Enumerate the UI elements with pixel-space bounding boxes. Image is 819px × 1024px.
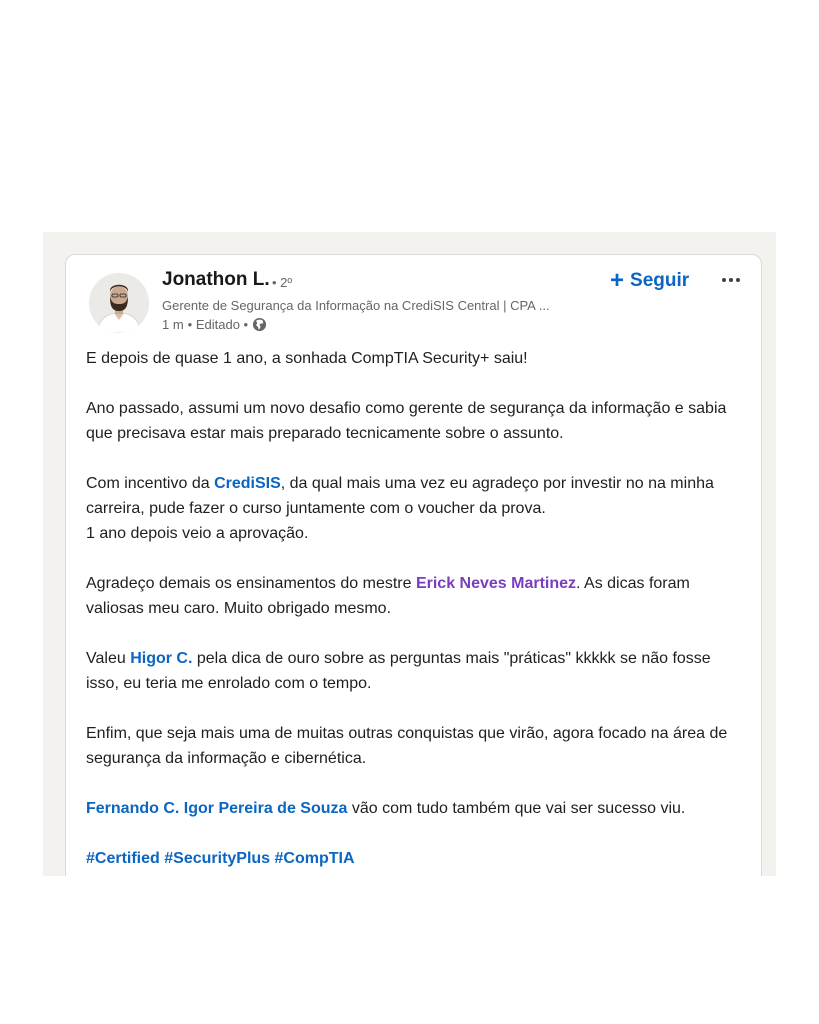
post-text: E depois de quase 1 ano, a sonhada CompT… bbox=[86, 346, 746, 876]
mention-igor-pereira-de-souza[interactable]: Igor Pereira de Souza bbox=[184, 800, 348, 817]
avatar[interactable] bbox=[89, 273, 149, 333]
paragraph-2: Ano passado, assumi um novo desafio como… bbox=[86, 400, 727, 442]
mention-higor-c[interactable]: Higor C. bbox=[130, 650, 192, 667]
avatar-photo bbox=[89, 273, 149, 333]
mention-fernando-c[interactable]: Fernando C. bbox=[86, 800, 179, 817]
post-card: Jonathon L. • 2º Gerente de Segurança da… bbox=[65, 254, 762, 876]
hashtags: #Certified #SecurityPlus #CompTIA bbox=[86, 846, 746, 871]
edited-label: • Editado • bbox=[187, 317, 249, 332]
hashtag-securityplus[interactable]: #SecurityPlus bbox=[164, 850, 270, 867]
connection-degree: • 2º bbox=[272, 275, 293, 290]
text-segment: 1 ano depois veio a aprovação. bbox=[86, 525, 309, 542]
text-segment: vão com tudo também que vai ser sucesso … bbox=[347, 800, 686, 817]
paragraph-4: Agradeço demais os ensinamentos do mestr… bbox=[86, 571, 746, 621]
hashtag-certified[interactable]: #Certified bbox=[86, 850, 160, 867]
text-segment: Valeu bbox=[86, 650, 131, 667]
follow-label: Seguir bbox=[630, 270, 690, 291]
mention-credisis[interactable]: CrediSIS bbox=[214, 475, 281, 492]
author-headline[interactable]: Gerente de Segurança da Informação na Cr… bbox=[162, 298, 550, 313]
paragraph-3: Com incentivo da CrediSIS, da qual mais … bbox=[86, 471, 746, 546]
text-segment: Agradeço demais os ensinamentos do mestr… bbox=[86, 575, 416, 592]
text-segment: Com incentivo da bbox=[86, 475, 215, 492]
more-options-icon[interactable] bbox=[718, 267, 744, 293]
follow-button[interactable]: + Seguir bbox=[610, 267, 689, 295]
plus-icon: + bbox=[610, 267, 625, 294]
paragraph-1: E depois de quase 1 ano, a sonhada CompT… bbox=[86, 350, 528, 367]
paragraph-6: Enfim, que seja mais uma de muitas outra… bbox=[86, 725, 728, 767]
post-meta: 1 m • Editado • bbox=[162, 317, 267, 332]
hashtag-comptia[interactable]: #CompTIA bbox=[275, 850, 355, 867]
feed-background: Jonathon L. • 2º Gerente de Segurança da… bbox=[43, 232, 776, 876]
post-time: 1 m bbox=[162, 317, 184, 332]
author-name[interactable]: Jonathon L. bbox=[162, 269, 270, 291]
globe-icon bbox=[253, 317, 267, 332]
paragraph-7: Fernando C. Igor Pereira de Souza vão co… bbox=[86, 796, 746, 821]
mention-erick-neves-martinez[interactable]: Erick Neves Martinez bbox=[416, 575, 576, 592]
paragraph-5: Valeu Higor C. pela dica de ouro sobre a… bbox=[86, 646, 746, 696]
